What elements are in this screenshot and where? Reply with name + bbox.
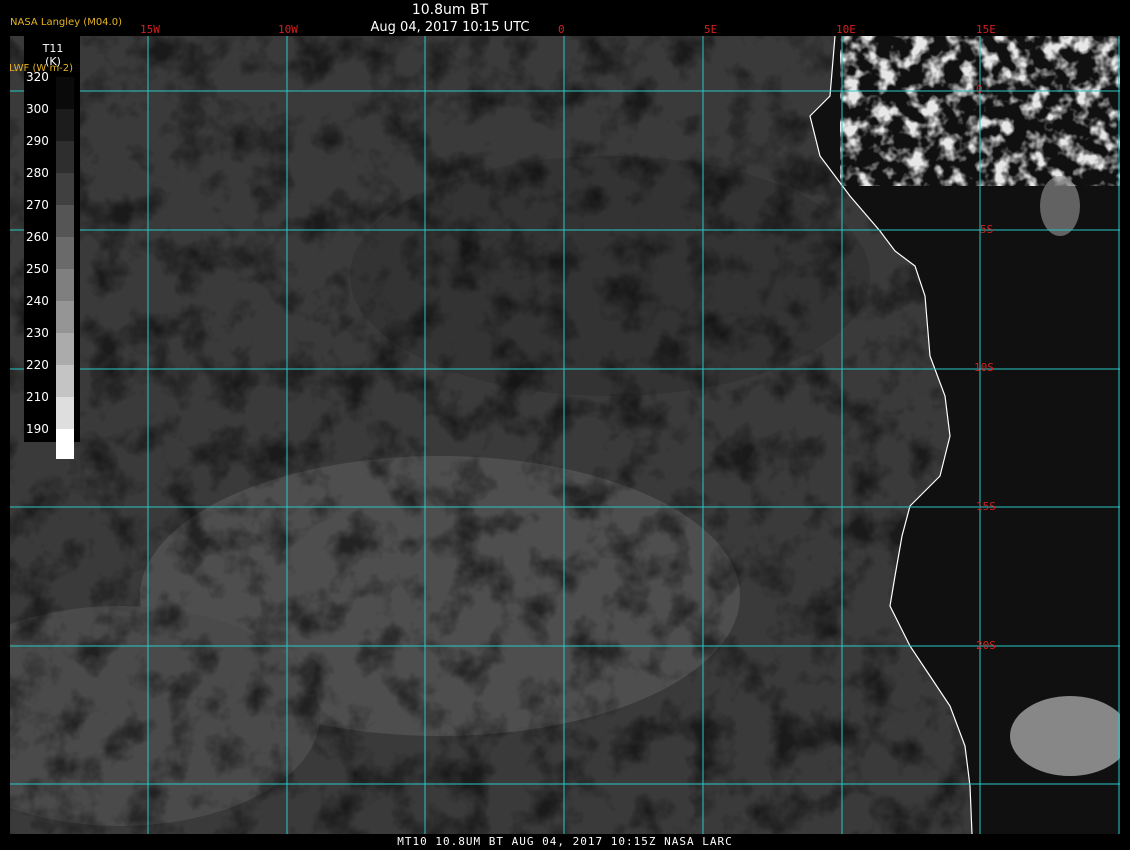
image-timestamp: Aug 04, 2017 10:15 UTC [370,20,530,35]
legend-swatch [56,429,74,459]
legend-tick-label: 270 [26,198,49,212]
legend-tick-label: 250 [26,262,49,276]
legend-swatch [56,205,74,237]
legend-swatch [56,141,74,173]
lat-label-10s: 10S [974,361,994,374]
lon-label-0: 0 [558,23,565,36]
legend-tick-label: 260 [26,230,49,244]
map-canvas [10,36,1120,834]
legend-swatch [56,269,74,301]
legend-tick-label: 210 [26,390,49,404]
legend-tick-label: 280 [26,166,49,180]
legend-swatch [56,173,74,205]
legend-tick-label: 320 [26,70,49,84]
lon-label-10e: 10E [836,23,856,36]
image-title: 10.8um BT [411,2,489,18]
legend-swatch [56,397,74,429]
legend-tick-label: 290 [26,134,49,148]
legend-swatch [56,365,74,397]
lon-label-10w: 10W [278,23,298,36]
lat-label-20s: 20S [976,639,996,652]
legend-variable: T11 [42,42,64,55]
land-cloud [1040,176,1080,236]
legend-swatch [56,237,74,269]
lat-label-0: 0 [976,83,983,96]
legend-tick-label: 230 [26,326,49,340]
legend-swatch [56,333,74,365]
lat-label-15s: 15S [976,500,996,513]
lon-label-5e: 5E [704,23,718,36]
legend-tick-label: 190 [26,422,49,436]
lon-label-15e: 15E [976,23,996,36]
legend-tick-label: 240 [26,294,49,308]
satellite-image [10,36,1120,834]
legend-tick-label: 300 [26,102,49,116]
lon-label-15w: 15W [140,23,160,36]
legend-swatch [56,109,74,141]
legend-swatch [56,301,74,333]
lat-label-5s: 5S [980,223,994,236]
footer-caption: MT10 10.8UM BT AUG 04, 2017 10:15Z NASA … [397,835,733,848]
legend-swatch [56,77,74,109]
legend-tick-label: 220 [26,358,49,372]
